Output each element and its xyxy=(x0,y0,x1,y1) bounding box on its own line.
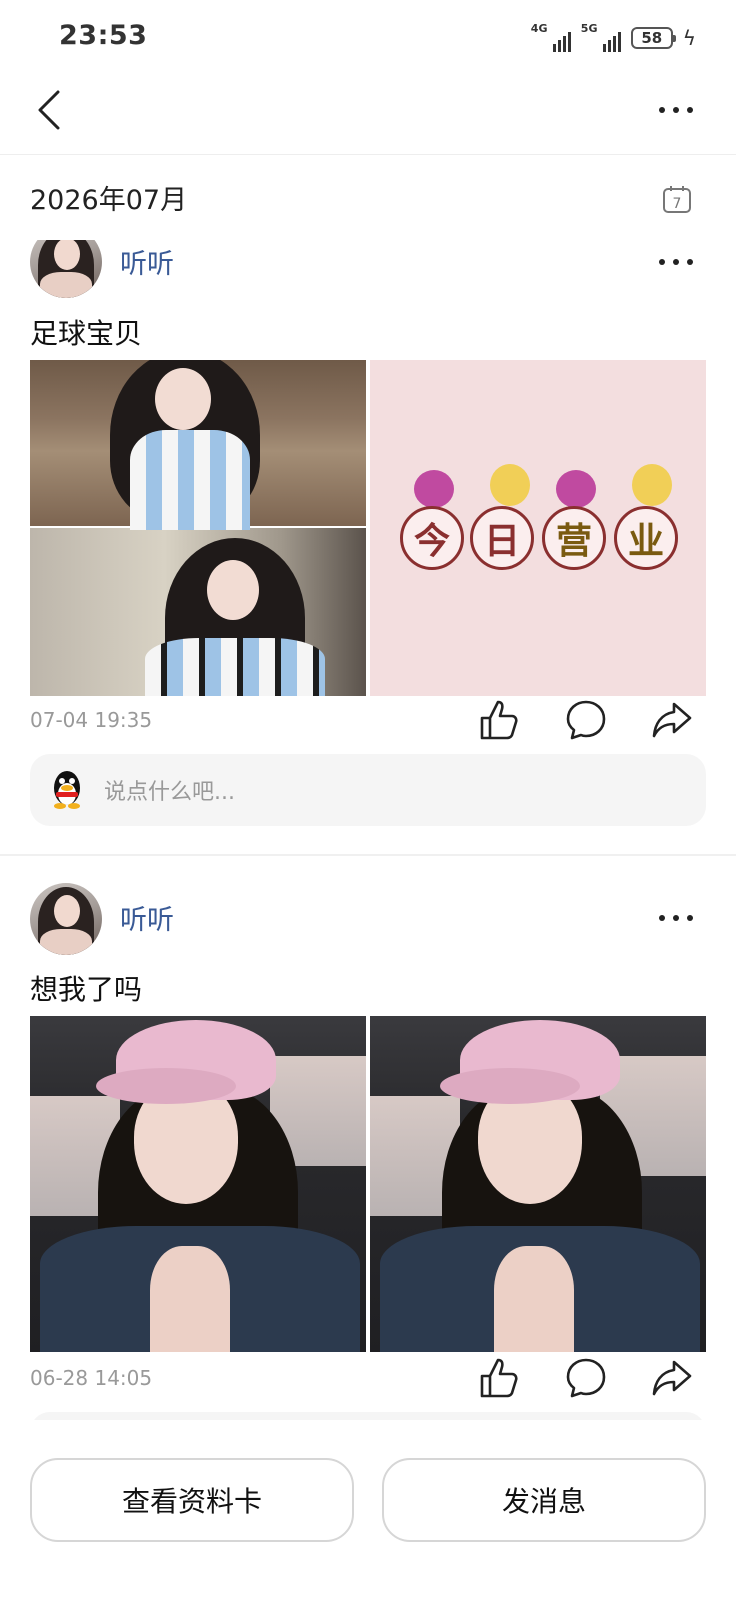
overlay-char: 营 xyxy=(542,506,606,570)
like-icon[interactable] xyxy=(476,698,520,742)
post-photo[interactable] xyxy=(30,1016,366,1352)
post-more-icon[interactable] xyxy=(656,252,696,272)
send-message-button[interactable]: 发消息 xyxy=(382,1458,706,1542)
status-time: 23:53 xyxy=(59,20,148,51)
post-photo[interactable]: 今 日 营 业 xyxy=(370,360,706,696)
post-username[interactable]: 听听 xyxy=(120,242,174,281)
calendar-icon[interactable]: 7 xyxy=(662,184,692,214)
comment-input[interactable]: 说点什么吧... xyxy=(30,754,706,826)
overlay-char: 今 xyxy=(400,506,464,570)
top-nav xyxy=(0,78,736,155)
avatar[interactable] xyxy=(30,240,102,298)
photo-grid xyxy=(30,1016,706,1352)
view-profile-card-button[interactable]: 查看资料卡 xyxy=(30,1458,354,1542)
status-bar: 23:53 4G 5G 58 ϟ xyxy=(0,0,736,78)
post-text: 想我了吗 xyxy=(30,973,143,1006)
battery-level: 58 xyxy=(641,29,663,47)
charging-icon: ϟ xyxy=(682,26,696,50)
overlay-char: 日 xyxy=(470,506,534,570)
bottom-action-bar: 查看资料卡 发消息 xyxy=(0,1420,736,1600)
overlay-char: 业 xyxy=(614,506,678,570)
qq-penguin-icon xyxy=(54,771,80,809)
status-icons: 4G 5G 58 ϟ xyxy=(531,22,696,54)
back-icon[interactable] xyxy=(30,88,70,132)
post-divider xyxy=(0,854,736,856)
avatar[interactable] xyxy=(30,883,102,955)
share-icon[interactable] xyxy=(650,1356,694,1400)
post-timestamp: 06-28 14:05 xyxy=(30,1366,153,1390)
comment-icon[interactable] xyxy=(564,698,608,742)
photo-grid: 今 日 营 业 xyxy=(30,360,706,696)
post-text: 足球宝贝 xyxy=(30,317,143,350)
more-options-icon[interactable] xyxy=(656,98,696,122)
comment-placeholder: 说点什么吧... xyxy=(104,780,235,805)
post-username[interactable]: 听听 xyxy=(120,898,174,937)
comment-icon[interactable] xyxy=(564,1356,608,1400)
post-more-icon[interactable] xyxy=(656,908,696,928)
month-label: 2026年07月 xyxy=(30,185,188,216)
svg-text:7: 7 xyxy=(673,196,682,212)
post-timestamp: 07-04 19:35 xyxy=(30,708,153,732)
post-photo[interactable] xyxy=(30,360,366,696)
like-icon[interactable] xyxy=(476,1356,520,1400)
share-icon[interactable] xyxy=(650,698,694,742)
signal-4g-icon: 4G xyxy=(531,22,571,52)
signal-5g-icon: 5G xyxy=(581,22,621,52)
battery-icon: 58 xyxy=(630,27,676,49)
post-photo[interactable] xyxy=(370,1016,706,1352)
